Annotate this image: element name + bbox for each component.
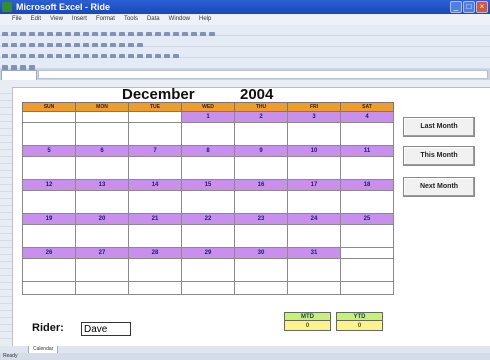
window-title: Microsoft Excel - Ride <box>16 2 111 12</box>
mtd-value[interactable]: 0 <box>284 321 331 331</box>
date-cell[interactable]: 30 <box>234 247 288 259</box>
date-cell[interactable]: 8 <box>181 145 235 157</box>
formula-bar[interactable] <box>38 70 488 79</box>
spare-row[interactable] <box>22 281 394 295</box>
menu-help[interactable]: Help <box>199 14 211 25</box>
date-cell[interactable]: 5 <box>22 145 76 157</box>
week-4-dates: 19 20 21 22 23 24 25 <box>22 213 394 225</box>
this-month-button[interactable]: This Month <box>403 146 475 166</box>
date-cell[interactable]: 6 <box>75 145 129 157</box>
extra-toolbar[interactable] <box>0 58 490 71</box>
ytd-value[interactable]: 0 <box>336 321 383 331</box>
menu-format[interactable]: Format <box>96 14 115 25</box>
date-cell[interactable]: 4 <box>340 111 394 123</box>
menu-file[interactable]: File <box>12 14 22 25</box>
date-cell[interactable] <box>340 247 394 259</box>
ytd-label: YTD <box>336 312 383 321</box>
menu-window[interactable]: Window <box>169 14 190 25</box>
date-cell[interactable]: 29 <box>181 247 235 259</box>
row-headers[interactable] <box>0 87 13 346</box>
last-month-button[interactable]: Last Month <box>403 117 475 137</box>
mtd-total: MTD 0 <box>284 312 331 331</box>
week-1-dates: 1 2 3 4 <box>22 111 394 123</box>
date-cell[interactable]: 1 <box>181 111 235 123</box>
calendar-year: 2004 <box>240 86 274 103</box>
date-cell[interactable]: 22 <box>181 213 235 225</box>
weekday-wed: WED <box>181 102 235 112</box>
date-cell[interactable]: 9 <box>234 145 288 157</box>
date-cell[interactable]: 11 <box>340 145 394 157</box>
weekday-tue: TUE <box>128 102 182 112</box>
menu-view[interactable]: View <box>50 14 63 25</box>
date-cell[interactable]: 15 <box>181 179 235 191</box>
menu-tools[interactable]: Tools <box>124 14 138 25</box>
next-month-button[interactable]: Next Month <box>403 177 475 197</box>
date-cell[interactable]: 28 <box>128 247 182 259</box>
sheet-tab-bar: Calendar <box>0 346 490 354</box>
date-cell[interactable]: 25 <box>340 213 394 225</box>
date-cell[interactable]: 21 <box>128 213 182 225</box>
weekday-mon: MON <box>75 102 129 112</box>
date-cell[interactable]: 20 <box>75 213 129 225</box>
date-cell[interactable]: 18 <box>340 179 394 191</box>
calendar-grid: SUN MON TUE WED THU FRI SAT 1 2 3 4 5 6 … <box>22 102 394 295</box>
date-cell[interactable]: 26 <box>22 247 76 259</box>
menu-edit[interactable]: Edit <box>31 14 41 25</box>
week-2-dates: 5 6 7 8 9 10 11 <box>22 145 394 157</box>
date-cell[interactable]: 2 <box>234 111 288 123</box>
drawing-toolbar[interactable] <box>0 47 490 60</box>
date-cell[interactable]: 7 <box>128 145 182 157</box>
date-cell[interactable]: 31 <box>287 247 341 259</box>
weekday-sun: SUN <box>22 102 76 112</box>
window-titlebar: Microsoft Excel - Ride _ □ × <box>0 0 490 14</box>
weekday-header-row: SUN MON TUE WED THU FRI SAT <box>22 102 394 112</box>
date-cell[interactable]: 23 <box>234 213 288 225</box>
date-cell[interactable] <box>128 111 182 123</box>
week-5-entries[interactable] <box>22 258 394 282</box>
date-cell[interactable] <box>75 111 129 123</box>
menu-bar: File Edit View Insert Format Tools Data … <box>0 14 490 25</box>
rider-name-field[interactable]: Dave <box>81 322 131 336</box>
calendar-month: December <box>122 86 195 103</box>
weekday-sat: SAT <box>340 102 394 112</box>
date-cell[interactable]: 19 <box>22 213 76 225</box>
excel-app-icon <box>2 2 12 12</box>
date-cell[interactable]: 12 <box>22 179 76 191</box>
week-3-entries[interactable] <box>22 190 394 214</box>
maximize-button[interactable]: □ <box>463 1 475 13</box>
week-4-entries[interactable] <box>22 224 394 248</box>
status-bar: Ready <box>0 353 490 360</box>
date-cell[interactable]: 27 <box>75 247 129 259</box>
date-cell[interactable]: 3 <box>287 111 341 123</box>
minimize-button[interactable]: _ <box>450 1 462 13</box>
week-3-dates: 12 13 14 15 16 17 18 <box>22 179 394 191</box>
date-cell[interactable]: 17 <box>287 179 341 191</box>
standard-toolbar[interactable] <box>0 25 490 38</box>
date-cell[interactable]: 10 <box>287 145 341 157</box>
ytd-total: YTD 0 <box>336 312 383 331</box>
date-cell[interactable]: 16 <box>234 179 288 191</box>
date-cell[interactable]: 24 <box>287 213 341 225</box>
date-cell[interactable]: 13 <box>75 179 129 191</box>
worksheet[interactable]: December 2004 SUN MON TUE WED THU FRI SA… <box>0 80 490 346</box>
close-button[interactable]: × <box>476 1 488 13</box>
date-cell[interactable] <box>22 111 76 123</box>
weekday-fri: FRI <box>287 102 341 112</box>
menu-data[interactable]: Data <box>147 14 160 25</box>
weekday-thu: THU <box>234 102 288 112</box>
formatting-toolbar[interactable] <box>0 36 490 49</box>
week-2-entries[interactable] <box>22 156 394 180</box>
week-5-dates: 26 27 28 29 30 31 <box>22 247 394 259</box>
week-1-entries[interactable] <box>22 122 394 146</box>
menu-insert[interactable]: Insert <box>72 14 87 25</box>
mtd-label: MTD <box>284 312 331 321</box>
date-cell[interactable]: 14 <box>128 179 182 191</box>
rider-label: Rider: <box>32 322 64 334</box>
